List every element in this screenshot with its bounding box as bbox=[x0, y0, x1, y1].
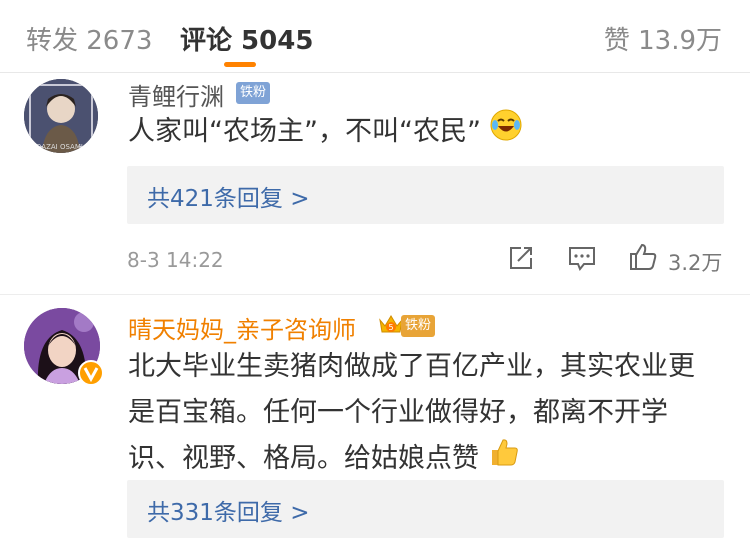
crown-level: 5 bbox=[388, 323, 393, 332]
comment-text: 人家叫“农场主”，不叫“农民” bbox=[128, 116, 481, 147]
thumbs-up-emoji-icon bbox=[488, 436, 520, 483]
replies-link[interactable]: 共421条回复 > bbox=[147, 179, 309, 213]
comment-item: 晴天妈妈_亲子咨询师 5 铁粉 北大毕业生卖猪肉做成了百亿产业，其实农业更是百宝… bbox=[0, 300, 750, 538]
tab-repost[interactable]: 转发 2673 bbox=[26, 20, 152, 57]
laughing-crying-emoji-icon bbox=[490, 109, 522, 156]
tab-likes[interactable]: 赞 13.9万 bbox=[604, 20, 722, 57]
tab-comments[interactable]: 评论 5045 bbox=[180, 20, 313, 57]
fan-badge: 铁粉 bbox=[236, 82, 271, 104]
svg-text:DAZAI OSAMU: DAZAI OSAMU bbox=[36, 143, 86, 151]
comment-icon[interactable] bbox=[568, 245, 596, 275]
verified-badge-icon bbox=[78, 360, 104, 390]
avatar[interactable]: DAZAI OSAMU bbox=[24, 79, 98, 153]
active-tab-indicator bbox=[224, 62, 256, 67]
divider bbox=[0, 294, 750, 295]
comment-tabs: 转发 2673 评论 5045 赞 13.9万 bbox=[0, 0, 750, 73]
replies-box[interactable]: 共421条回复 > bbox=[127, 166, 724, 224]
username[interactable]: 晴天妈妈_亲子咨询师 bbox=[128, 310, 356, 345]
comment-text-block: 人家叫“农场主”，不叫“农民” bbox=[128, 109, 728, 156]
comment-text: 北大毕业生卖猪肉做成了百亿产业，其实农业更是百宝箱。任何一个行业做得好，都离不开… bbox=[128, 351, 695, 474]
replies-box[interactable]: 共331条回复 > bbox=[127, 480, 724, 538]
comment-item: DAZAI OSAMU 青鲤行渊 铁粉 人家叫“农场主”，不叫“农民” 共421… bbox=[0, 73, 750, 300]
like-icon[interactable] bbox=[628, 242, 658, 276]
replies-link[interactable]: 共331条回复 > bbox=[147, 493, 309, 527]
comment-text-block: 北大毕业生卖猪肉做成了百亿产业，其实农业更是百宝箱。任何一个行业做得好，都离不开… bbox=[128, 344, 718, 483]
username[interactable]: 青鲤行渊 bbox=[128, 77, 224, 112]
like-count: 3.2万 bbox=[668, 251, 723, 275]
fan-badge: 铁粉 bbox=[401, 315, 436, 337]
share-icon[interactable] bbox=[508, 245, 534, 275]
comment-time: 8-3 14:22 bbox=[127, 248, 224, 272]
